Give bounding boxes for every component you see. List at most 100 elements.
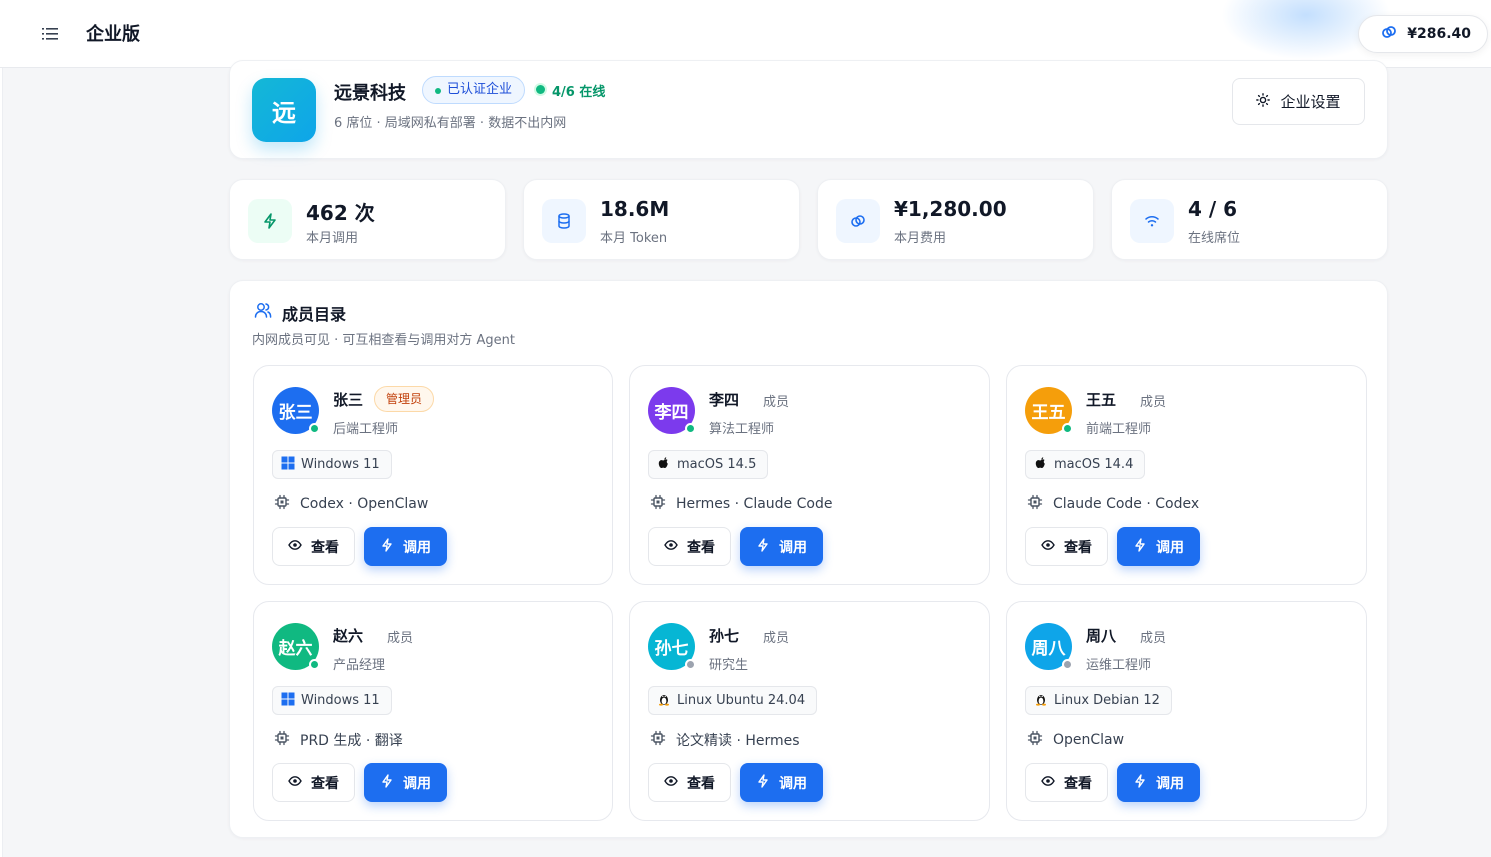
agent-list: OpenClaw xyxy=(1027,730,1124,750)
agent-names: Hermes · Claude Code xyxy=(676,496,833,512)
member-name: 李四 xyxy=(709,391,740,409)
zap-icon xyxy=(248,199,292,243)
call-button[interactable]: 调用 xyxy=(364,527,447,566)
member-grid: 张三 张三 管理员 后端工程师 Windows 11 Codex · OpenC… xyxy=(253,365,1367,821)
balance-badge[interactable]: ¥286.40 xyxy=(1358,15,1488,53)
view-button[interactable]: 查看 xyxy=(1025,527,1108,566)
member-job: 前端工程师 xyxy=(1086,422,1152,437)
cpu-icon xyxy=(274,730,290,750)
call-label: 调用 xyxy=(779,775,807,792)
view-button[interactable]: 查看 xyxy=(1025,763,1108,802)
role-badge: 成员 xyxy=(763,395,790,410)
directory-subtitle: 内网成员可见 · 可互相查看与调用对方 Agent xyxy=(252,333,516,348)
avatar-text: 王五 xyxy=(1031,403,1066,423)
member-name: 王五 xyxy=(1086,391,1117,409)
member-name: 周八 xyxy=(1086,627,1117,645)
menu-icon[interactable] xyxy=(42,26,60,42)
call-button[interactable]: 调用 xyxy=(740,763,823,802)
call-label: 调用 xyxy=(403,539,431,556)
settings-label: 企业设置 xyxy=(1280,93,1341,111)
view-label: 查看 xyxy=(687,539,715,556)
stat-label: 本月调用 xyxy=(306,231,359,246)
avatar-text: 赵六 xyxy=(278,639,313,659)
company-settings-button[interactable]: 企业设置 xyxy=(1232,78,1365,125)
top-bar: 企业版 ¥286.40 xyxy=(0,0,1491,68)
verified-badge: 已认证企业 xyxy=(422,76,526,104)
view-button[interactable]: 查看 xyxy=(272,527,355,566)
member-name: 张三 xyxy=(333,391,364,409)
eye-icon xyxy=(664,538,678,556)
view-button[interactable]: 查看 xyxy=(648,527,731,566)
stat-seats: 4 / 6 在线席位 xyxy=(1111,179,1388,260)
online-status-dot xyxy=(309,659,320,670)
linux-icon xyxy=(1034,692,1048,710)
call-button[interactable]: 调用 xyxy=(1117,763,1200,802)
call-button[interactable]: 调用 xyxy=(1117,527,1200,566)
stat-tokens: 18.6M 本月 Token xyxy=(523,179,800,260)
windows-icon xyxy=(281,692,295,710)
online-status: 4/6 在线 xyxy=(536,81,605,100)
role-badge: 成员 xyxy=(763,631,790,646)
apple-icon xyxy=(1034,456,1048,474)
company-card: 远 远景科技 已认证企业 4/6 在线 6 席位 · 局域网私有部署 · 数据不… xyxy=(229,60,1388,159)
os-label: Windows 11 xyxy=(301,693,380,708)
call-button[interactable]: 调用 xyxy=(364,763,447,802)
os-tag: Linux Ubuntu 24.04 xyxy=(648,686,818,715)
os-label: macOS 14.4 xyxy=(1054,457,1134,472)
view-label: 查看 xyxy=(1064,775,1092,792)
zap-icon xyxy=(380,537,394,556)
coins-icon xyxy=(836,199,880,243)
online-status-dot xyxy=(685,659,696,670)
member-job: 后端工程师 xyxy=(333,422,399,437)
view-label: 查看 xyxy=(1064,539,1092,556)
agent-names: OpenClaw xyxy=(1053,732,1125,748)
os-tag: macOS 14.5 xyxy=(648,450,769,479)
online-status-dot xyxy=(685,423,696,434)
view-label: 查看 xyxy=(311,539,339,556)
avatar-text: 李四 xyxy=(654,403,689,423)
member-card: 周八 周八 成员 运维工程师 Linux Debian 12 OpenClaw … xyxy=(1006,601,1367,821)
view-button[interactable]: 查看 xyxy=(648,763,731,802)
balance-amount: ¥286.40 xyxy=(1407,26,1471,42)
coins-icon xyxy=(1381,24,1397,44)
view-button[interactable]: 查看 xyxy=(272,763,355,802)
os-tag: Linux Debian 12 xyxy=(1025,686,1172,715)
os-label: Linux Ubuntu 24.04 xyxy=(677,693,806,708)
os-tag: Windows 11 xyxy=(272,686,392,715)
view-label: 查看 xyxy=(311,775,339,792)
agent-names: Codex · OpenClaw xyxy=(300,496,429,512)
agent-list: 论文精读 · Hermes xyxy=(650,730,800,750)
os-tag: macOS 14.4 xyxy=(1025,450,1146,479)
cpu-icon xyxy=(1027,730,1043,750)
zap-icon xyxy=(756,537,770,556)
stat-value: 462 次 xyxy=(306,201,375,225)
agent-list: Hermes · Claude Code xyxy=(650,494,832,514)
stats-row: 462 次 本月调用 18.6M 本月 Token ¥1,280.00 本月费用… xyxy=(229,179,1388,260)
os-tag: Windows 11 xyxy=(272,450,392,479)
agent-names: Claude Code · Codex xyxy=(1053,496,1200,512)
online-status-dot xyxy=(309,423,320,434)
role-badge: 成员 xyxy=(387,631,414,646)
call-label: 调用 xyxy=(1156,539,1184,556)
call-button[interactable]: 调用 xyxy=(740,527,823,566)
member-card: 张三 张三 管理员 后端工程师 Windows 11 Codex · OpenC… xyxy=(253,365,613,585)
agent-list: Codex · OpenClaw xyxy=(274,494,428,514)
wifi-icon xyxy=(1130,199,1174,243)
view-label: 查看 xyxy=(687,775,715,792)
call-label: 调用 xyxy=(1156,775,1184,792)
call-label: 调用 xyxy=(779,539,807,556)
member-card: 王五 王五 成员 前端工程师 macOS 14.4 Claude Code · … xyxy=(1006,365,1367,585)
company-logo: 远 xyxy=(252,78,316,142)
agent-names: PRD 生成 · 翻译 xyxy=(300,733,403,749)
online-status-dot xyxy=(1062,423,1073,434)
users-icon xyxy=(254,301,272,323)
cpu-icon xyxy=(650,494,666,514)
company-subtitle: 6 席位 · 局域网私有部署 · 数据不出内网 xyxy=(334,116,567,131)
eye-icon xyxy=(664,774,678,792)
directory-title: 成员目录 xyxy=(282,305,347,324)
call-label: 调用 xyxy=(403,775,431,792)
zap-icon xyxy=(380,773,394,792)
member-card: 赵六 赵六 成员 产品经理 Windows 11 PRD 生成 · 翻译 查看 … xyxy=(253,601,613,821)
eye-icon xyxy=(288,774,302,792)
role-badge: 成员 xyxy=(1140,395,1167,410)
